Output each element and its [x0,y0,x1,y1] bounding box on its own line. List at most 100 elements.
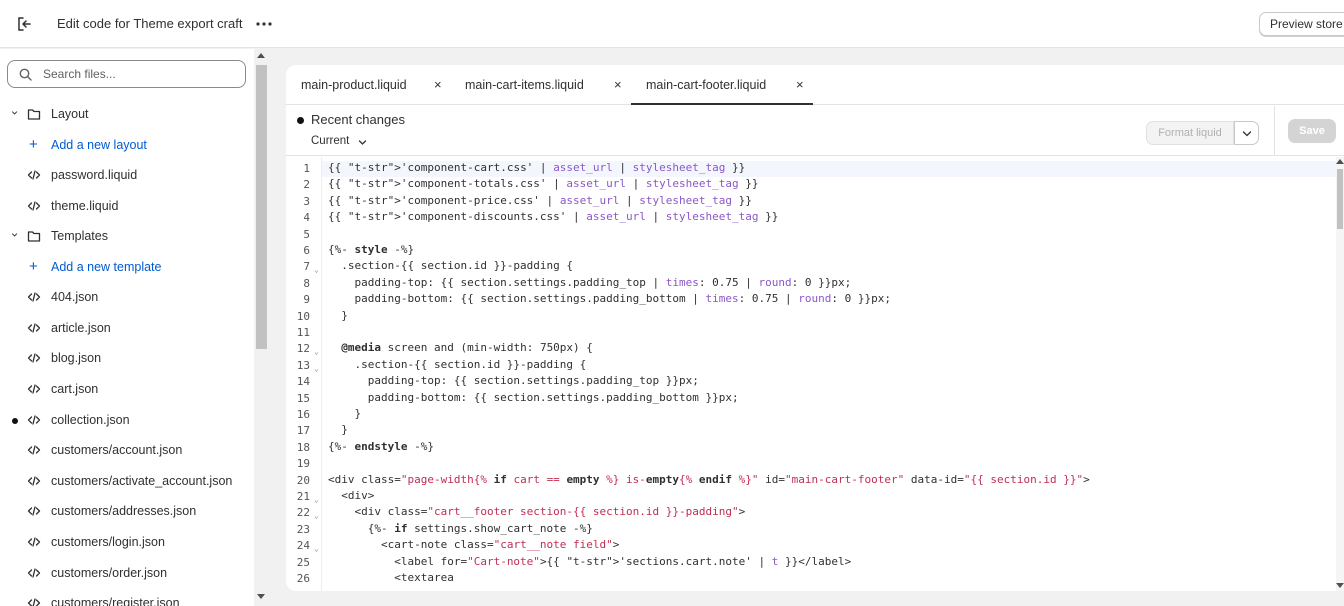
folder-item[interactable]: Templates [0,221,254,251]
code-line[interactable]: .section-{{ section.id }}-padding { [328,259,573,275]
file-item[interactable]: password.liquid [0,160,254,190]
line-number: 24 [296,539,310,553]
line-number: 15 [296,391,310,405]
code-line[interactable]: {%- endstyle -%} [328,440,434,456]
code-line[interactable]: {%- if settings.show_cart_note -%} [328,522,593,538]
fold-chevron-icon[interactable]: ⌄ [314,265,319,274]
fold-chevron-icon[interactable]: ⌄ [314,347,319,356]
chevron-down-icon [11,111,18,115]
code-line[interactable]: } [328,407,361,423]
code-file-icon [27,170,41,180]
version-select[interactable]: Current [311,135,349,147]
line-number: 10 [296,309,310,323]
close-icon[interactable]: × [796,77,804,92]
code-line[interactable]: .section-{{ section.id }}-padding { [328,358,586,374]
line-number: 6 [303,244,310,257]
item-label: customers/order.json [51,566,168,580]
folder-item[interactable]: Layout [0,99,254,129]
code-line[interactable]: <div class="cart__footer section-{{ sect… [328,505,745,521]
save-button[interactable]: Save [1288,119,1336,143]
fold-chevron-icon[interactable]: ⌄ [314,544,319,553]
code-line[interactable]: {%- style -%} [328,243,414,259]
file-item[interactable]: collection.json [0,405,254,435]
horizontal-scrollbar[interactable] [286,591,1344,606]
line-number: 12 [296,342,310,356]
item-label: blog.json [51,351,102,365]
code-file-icon [27,384,41,394]
line-number: 1 [303,162,310,175]
file-item[interactable]: blog.json [0,343,254,373]
code-line[interactable]: padding-top: {{ section.settings.padding… [328,374,699,390]
toolbar-divider [1274,106,1275,156]
code-line[interactable]: } [328,423,348,439]
code-line[interactable]: {{ "t-str">'component-totals.css' | asse… [328,177,759,193]
chevron-down-icon[interactable] [358,138,367,147]
code-area[interactable]: 1 2 3 4 5 6 7 ⌄ 8 9 10 11 12 ⌄ 13 ⌄ 14 15 16 17 18 19 20 21 ⌄ 22 ⌄… [286,157,1344,591]
recent-changes-label[interactable]: Recent changes [311,112,405,127]
scroll-up-icon[interactable] [1336,159,1344,164]
code-line[interactable]: {{ "t-str">'component-cart.css' | asset_… [322,161,1336,178]
code-line[interactable]: padding-top: {{ section.settings.padding… [328,276,851,292]
preview-store-button[interactable]: Preview store [1259,12,1344,36]
tab-label: main-cart-items.liquid [465,78,584,92]
code-line[interactable]: {{ "t-str">'component-price.css' | asset… [328,194,752,210]
code-scroll-thumb[interactable] [1337,169,1343,229]
scroll-down-icon[interactable] [257,594,265,599]
file-item[interactable]: 404.json [0,282,254,312]
file-item[interactable]: theme.liquid [0,191,254,221]
line-number: 2 [303,178,310,192]
close-icon[interactable]: × [434,77,442,92]
file-item[interactable]: customers/order.json [0,558,254,588]
format-options-button[interactable] [1234,121,1259,145]
item-label: Add a new template [51,260,162,274]
fold-chevron-icon[interactable]: ⌄ [314,364,319,373]
code-line[interactable]: <cart-note class="cart__note field"> [328,538,619,554]
format-liquid-button[interactable]: Format liquid [1146,121,1234,145]
code-line[interactable]: @media screen and (min-width: 750px) { [328,341,593,357]
code-line[interactable]: padding-bottom: {{ section.settings.padd… [328,292,890,308]
code-file-icon [27,201,41,211]
file-item[interactable]: article.json [0,313,254,343]
code-line[interactable]: <textarea [328,571,454,587]
code-file-icon [27,353,41,363]
page-title: Edit code for Theme export craft [57,16,243,31]
file-item[interactable]: customers/register.json [0,588,254,606]
code-scrollbar[interactable] [1336,157,1344,591]
file-item[interactable]: customers/login.json [0,527,254,557]
file-tab[interactable]: main-cart-footer.liquid × [631,65,813,105]
modified-indicator [12,418,18,424]
file-tab[interactable]: main-cart-items.liquid × [450,65,631,105]
line-number: 22 [296,506,310,520]
sidebar-scrollbar[interactable] [254,49,269,606]
file-item[interactable]: customers/account.json [0,435,254,465]
exit-icon[interactable] [16,15,34,33]
add-file-link[interactable]: + Add a new template [0,252,254,282]
folder-icon [27,231,41,242]
item-label: password.liquid [51,168,138,182]
line-number: 8 [303,276,310,290]
fold-chevron-icon[interactable]: ⌄ [314,495,319,504]
line-gutter: 1 2 3 4 5 6 7 ⌄ 8 9 10 11 12 ⌄ 13 ⌄ 14 15 16 17 18 19 20 21 ⌄ 22 ⌄… [286,157,322,591]
search-box[interactable] [7,60,246,88]
scroll-down-icon[interactable] [1336,583,1344,588]
file-item[interactable]: customers/activate_account.json [0,466,254,496]
file-item[interactable]: cart.json [0,374,254,404]
line-number: 11 [296,326,310,339]
add-file-link[interactable]: + Add a new layout [0,130,254,160]
more-actions-icon[interactable] [254,14,274,34]
search-input[interactable] [43,65,238,83]
item-label: article.json [51,321,111,335]
code-line[interactable]: {{ "t-str">'component-discounts.css' | a… [328,210,778,226]
file-item[interactable]: customers/addresses.json [0,496,254,526]
sidebar-scroll-thumb[interactable] [256,65,267,349]
code-line[interactable]: <div> [328,489,374,505]
code-line[interactable]: } [328,309,348,325]
file-tab[interactable]: main-product.liquid × [286,65,450,105]
code-line[interactable]: <label for="Cart-note">{{ "t-str">'secti… [328,555,851,571]
scroll-up-icon[interactable] [257,53,265,58]
code-line[interactable]: <div class="page-width{% if cart == empt… [328,473,1090,489]
line-number: 20 [296,473,310,487]
close-icon[interactable]: × [614,77,622,92]
code-line[interactable]: padding-bottom: {{ section.settings.padd… [328,391,739,407]
fold-chevron-icon[interactable]: ⌄ [314,511,319,520]
